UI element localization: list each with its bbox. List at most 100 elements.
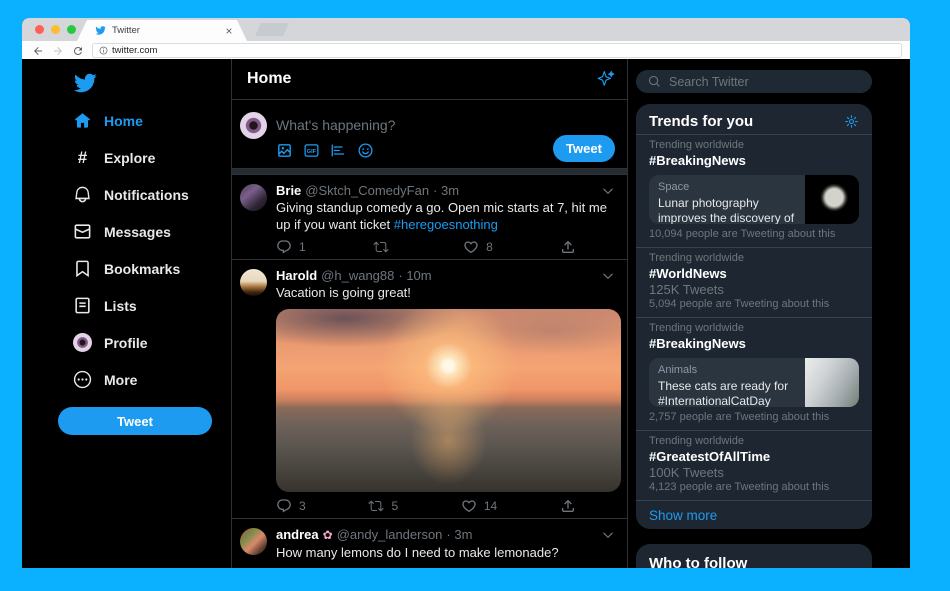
close-window-button[interactable] xyxy=(35,25,44,34)
address-bar[interactable]: twitter.com xyxy=(92,43,902,58)
trends-card: Trends for you Trending worldwide #Break… xyxy=(636,104,872,529)
like-count: 14 xyxy=(484,499,497,513)
trend-item[interactable]: Trending worldwide #BreakingNews Animals… xyxy=(636,317,872,430)
tweet-time[interactable]: · 3m xyxy=(446,526,472,543)
sidebar-item-profile[interactable]: Profile xyxy=(73,324,231,361)
sidebar-item-label: Messages xyxy=(104,224,171,240)
twitter-favicon-icon xyxy=(95,25,106,36)
preview-text-wrap: Animals These cats are ready for #Intern… xyxy=(649,358,805,407)
reply-button[interactable]: 3 xyxy=(276,498,306,514)
emoji-icon[interactable] xyxy=(357,142,374,159)
sidebar-item-messages[interactable]: Messages xyxy=(73,213,231,250)
reload-icon[interactable] xyxy=(72,44,84,56)
search-icon xyxy=(648,75,661,88)
tweet-brie[interactable]: Brie @Sktch_ComedyFan · 3m Giving standu… xyxy=(232,175,627,259)
tweet-author[interactable]: Harold xyxy=(276,267,317,284)
share-button[interactable] xyxy=(560,498,576,514)
media-icon[interactable] xyxy=(276,142,293,159)
tweet-time[interactable]: · 3m xyxy=(433,182,459,199)
preview-category: Animals xyxy=(658,364,797,377)
tweet-author[interactable]: Brie xyxy=(276,182,301,199)
chevron-down-icon[interactable] xyxy=(601,184,615,198)
tweet-text: Giving standup comedy a go. Open mic sta… xyxy=(276,199,615,233)
sidebar-item-label: Explore xyxy=(104,150,155,166)
bell-icon xyxy=(73,185,92,204)
poll-icon[interactable] xyxy=(330,142,347,159)
tweet-body: andrea ✿ @andy_landerson · 3m How many l… xyxy=(276,526,615,568)
share-button[interactable] xyxy=(560,239,576,255)
tweet-text: How many lemons do I need to make lemona… xyxy=(276,544,615,561)
tweet-harold[interactable]: Harold @h_wang88 · 10m Vacation is going… xyxy=(232,259,627,518)
zoom-window-button[interactable] xyxy=(67,25,76,34)
show-more-link[interactable]: Show more xyxy=(636,500,872,529)
sidebar-item-notifications[interactable]: Notifications xyxy=(73,176,231,213)
avatar[interactable] xyxy=(240,528,267,555)
url-text: twitter.com xyxy=(112,45,157,56)
forward-icon[interactable] xyxy=(52,44,64,56)
trend-tag[interactable]: #GreatestOfAllTime xyxy=(649,448,859,465)
tweet-actions: 1 8 xyxy=(276,239,576,255)
like-button[interactable]: 14 xyxy=(461,498,497,514)
tweet-body: Brie @Sktch_ComedyFan · 3m Giving standu… xyxy=(276,182,615,259)
preview-text: These cats are ready for #InternationalC… xyxy=(658,379,797,407)
hashtag-link[interactable]: #heregoesnothing xyxy=(394,217,498,232)
tweet-handle[interactable]: @andy_landerson xyxy=(337,526,443,543)
tweet-header: Harold @h_wang88 · 10m xyxy=(276,267,615,284)
tweet-button[interactable]: Tweet xyxy=(58,407,212,435)
reply-button[interactable]: 1 xyxy=(276,239,306,255)
trend-preview-card[interactable]: Animals These cats are ready for #Intern… xyxy=(649,358,859,407)
retweet-button[interactable] xyxy=(373,239,396,255)
search-placeholder: Search Twitter xyxy=(669,75,749,89)
back-icon[interactable] xyxy=(32,44,44,56)
sunset-photo[interactable] xyxy=(276,309,621,492)
composer-tweet-button[interactable]: Tweet xyxy=(553,135,615,162)
avatar[interactable] xyxy=(240,184,267,211)
sidebar-item-bookmarks[interactable]: Bookmarks xyxy=(73,250,231,287)
browser-tab-strip: Twitter xyxy=(22,18,910,41)
window-controls xyxy=(35,25,76,34)
sidebar-item-more[interactable]: More xyxy=(73,361,231,398)
page-background xyxy=(872,59,910,568)
browser-tab-twitter[interactable]: Twitter xyxy=(77,20,247,41)
tweet-andrea[interactable]: andrea ✿ @andy_landerson · 3m How many l… xyxy=(232,518,627,568)
sidebar-item-label: Home xyxy=(104,113,143,129)
gear-icon[interactable] xyxy=(844,114,859,129)
trend-tag[interactable]: #WorldNews xyxy=(649,265,859,282)
tweet-composer: What's happening? GIF Tweet xyxy=(232,100,627,168)
composer-toolbar: GIF xyxy=(276,142,374,159)
site-info-icon[interactable] xyxy=(99,46,108,55)
timeline-sparkle-icon[interactable] xyxy=(597,70,615,88)
trend-tweet-count: 100K Tweets xyxy=(649,465,859,481)
tweet-time[interactable]: · 10m xyxy=(398,267,431,284)
tweet-handle[interactable]: @Sktch_ComedyFan xyxy=(305,182,429,199)
trend-tag[interactable]: #BreakingNews xyxy=(649,335,859,352)
trend-item[interactable]: Trending worldwide #GreatestOfAllTime 10… xyxy=(636,430,872,500)
tweet-handle[interactable]: @h_wang88 xyxy=(321,267,394,284)
composer-avatar[interactable] xyxy=(240,112,267,139)
twitter-logo-icon[interactable] xyxy=(73,71,97,95)
trend-preview-card[interactable]: Space Lunar photography improves the dis… xyxy=(649,175,859,224)
chevron-down-icon[interactable] xyxy=(601,528,615,542)
timeline-column: Home What's happening? GIF xyxy=(231,59,628,568)
tweet-author[interactable]: andrea xyxy=(276,526,319,543)
trend-context: Trending worldwide xyxy=(649,435,859,448)
new-tab-button[interactable] xyxy=(255,23,289,36)
gif-icon[interactable]: GIF xyxy=(303,142,320,159)
trends-header: Trends for you xyxy=(636,104,872,134)
retweet-button[interactable]: 5 xyxy=(368,498,398,514)
trend-tag[interactable]: #BreakingNews xyxy=(649,152,859,169)
avatar[interactable] xyxy=(240,269,267,296)
minimize-window-button[interactable] xyxy=(51,25,60,34)
sidebar-item-home[interactable]: Home xyxy=(73,102,231,139)
tweet-header: andrea ✿ @andy_landerson · 3m xyxy=(276,526,615,544)
like-button[interactable]: 8 xyxy=(463,239,493,255)
trend-item[interactable]: Trending worldwide #WorldNews 125K Tweet… xyxy=(636,247,872,317)
sidebar-item-lists[interactable]: Lists xyxy=(73,287,231,324)
left-sidebar: Home # Explore Notifications Message xyxy=(22,59,231,568)
trend-item[interactable]: Trending worldwide #BreakingNews Space L… xyxy=(636,134,872,247)
chevron-down-icon[interactable] xyxy=(601,269,615,283)
close-tab-icon[interactable] xyxy=(225,27,233,35)
search-input[interactable]: Search Twitter xyxy=(636,70,872,93)
sidebar-item-explore[interactable]: # Explore xyxy=(73,139,231,176)
tweet-text: Vacation is going great! xyxy=(276,284,615,301)
